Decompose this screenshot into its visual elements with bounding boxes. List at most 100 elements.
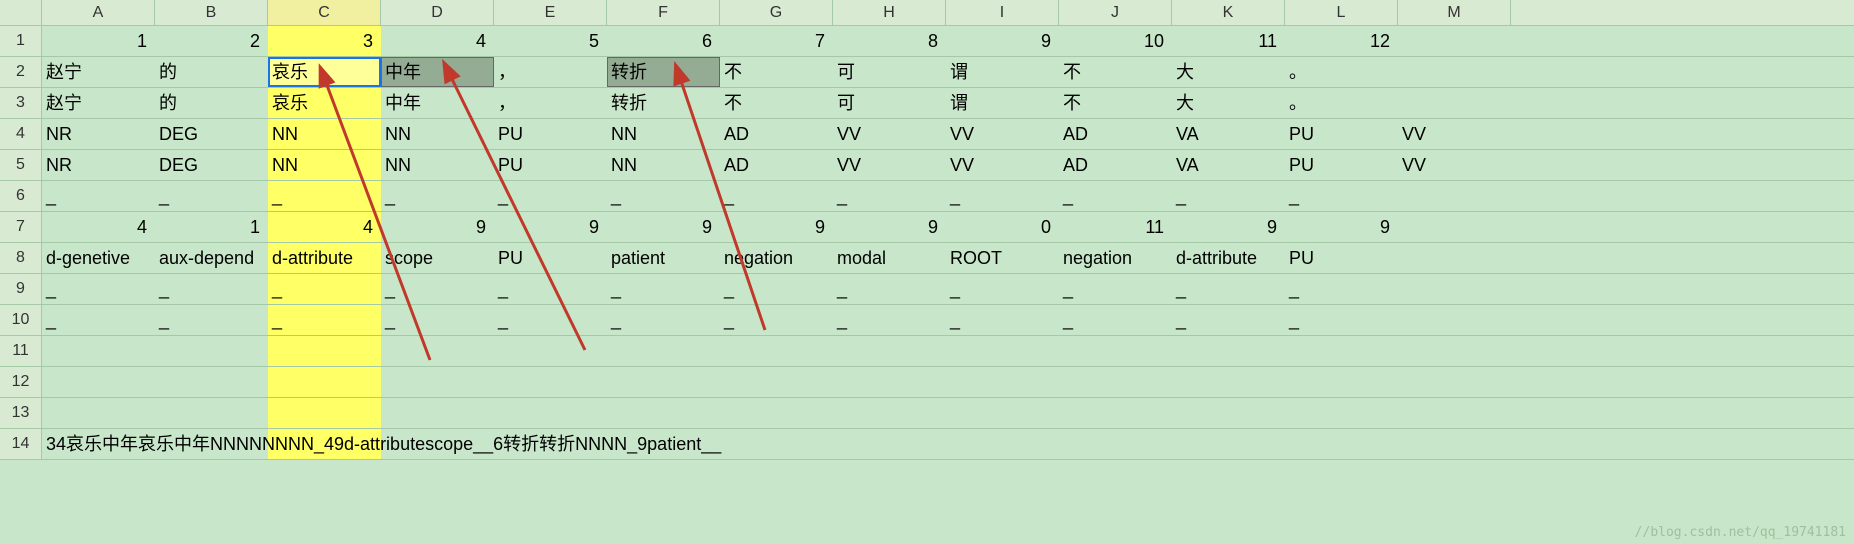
cell-C6[interactable]: _ — [268, 181, 381, 211]
cell-J11[interactable] — [1059, 336, 1172, 366]
cell-M12[interactable] — [1398, 367, 1511, 397]
row-header-5[interactable]: 5 — [0, 150, 42, 180]
row-header-4[interactable]: 4 — [0, 119, 42, 149]
cell-K11[interactable] — [1172, 336, 1285, 366]
col-header-D[interactable]: D — [381, 0, 494, 25]
cell-G6[interactable]: _ — [720, 181, 833, 211]
cell-C10[interactable]: _ — [268, 305, 381, 335]
cell-M3[interactable] — [1398, 88, 1511, 118]
cell-I12[interactable] — [946, 367, 1059, 397]
cell-F2[interactable]: 转折 — [607, 57, 720, 87]
cell-J5[interactable]: AD — [1059, 150, 1172, 180]
cell-H4[interactable]: VV — [833, 119, 946, 149]
cell-K3[interactable]: 大 — [1172, 88, 1285, 118]
cell-J7[interactable]: 11 — [1059, 212, 1172, 242]
cell-A1[interactable]: 1 — [42, 26, 155, 56]
cell-E3[interactable]: ， — [494, 88, 607, 118]
cell-E8[interactable]: PU — [494, 243, 607, 273]
cell-L7[interactable]: 9 — [1285, 212, 1398, 242]
cell-A14-merged[interactable]: 34哀乐中年哀乐中年NNNNNNNN_49d-attributescope__6… — [42, 429, 721, 459]
cell-I8[interactable]: ROOT — [946, 243, 1059, 273]
cell-A6[interactable]: _ — [42, 181, 155, 211]
cell-B3[interactable]: 的 — [155, 88, 268, 118]
cell-I11[interactable] — [946, 336, 1059, 366]
row-header-11[interactable]: 11 — [0, 336, 42, 366]
cell-F13[interactable] — [607, 398, 720, 428]
cell-L1[interactable]: 12 — [1285, 26, 1398, 56]
cell-G3[interactable]: 不 — [720, 88, 833, 118]
cell-G10[interactable]: _ — [720, 305, 833, 335]
cell-L9[interactable]: _ — [1285, 274, 1398, 304]
cell-B1[interactable]: 2 — [155, 26, 268, 56]
cell-B10[interactable]: _ — [155, 305, 268, 335]
cell-M1[interactable] — [1398, 26, 1511, 56]
cell-C4[interactable]: NN — [268, 119, 381, 149]
cell-F1[interactable]: 6 — [607, 26, 720, 56]
cell-F6[interactable]: _ — [607, 181, 720, 211]
col-header-B[interactable]: B — [155, 0, 268, 25]
cell-C8[interactable]: d-attribute — [268, 243, 381, 273]
cell-B4[interactable]: DEG — [155, 119, 268, 149]
cell-D10[interactable]: _ — [381, 305, 494, 335]
cell-K10[interactable]: _ — [1172, 305, 1285, 335]
cell-D7[interactable]: 9 — [381, 212, 494, 242]
cell-D1[interactable]: 4 — [381, 26, 494, 56]
col-header-C[interactable]: C — [268, 0, 381, 25]
cell-H9[interactable]: _ — [833, 274, 946, 304]
cell-J3[interactable]: 不 — [1059, 88, 1172, 118]
cell-E4[interactable]: PU — [494, 119, 607, 149]
cell-M4[interactable]: VV — [1398, 119, 1511, 149]
cell-K1[interactable]: 11 — [1172, 26, 1285, 56]
cell-A10[interactable]: _ — [42, 305, 155, 335]
cell-J2[interactable]: 不 — [1059, 57, 1172, 87]
cell-I10[interactable]: _ — [946, 305, 1059, 335]
cell-D2[interactable]: 中年 — [381, 57, 494, 87]
cell-M13[interactable] — [1398, 398, 1511, 428]
cell-F9[interactable]: _ — [607, 274, 720, 304]
cell-E6[interactable]: _ — [494, 181, 607, 211]
row-header-9[interactable]: 9 — [0, 274, 42, 304]
cell-A12[interactable] — [42, 367, 155, 397]
cell-L4[interactable]: PU — [1285, 119, 1398, 149]
cell-G8[interactable]: negation — [720, 243, 833, 273]
cell-D4[interactable]: NN — [381, 119, 494, 149]
cell-F12[interactable] — [607, 367, 720, 397]
cell-L3[interactable]: 。 — [1285, 88, 1398, 118]
cell-I1[interactable]: 9 — [946, 26, 1059, 56]
cell-K12[interactable] — [1172, 367, 1285, 397]
cell-E7[interactable]: 9 — [494, 212, 607, 242]
row-header-7[interactable]: 7 — [0, 212, 42, 242]
cell-M8[interactable] — [1398, 243, 1511, 273]
col-header-H[interactable]: H — [833, 0, 946, 25]
cell-J13[interactable] — [1059, 398, 1172, 428]
cell-A5[interactable]: NR — [42, 150, 155, 180]
cell-L6[interactable]: _ — [1285, 181, 1398, 211]
row-header-1[interactable]: 1 — [0, 26, 42, 56]
col-header-I[interactable]: I — [946, 0, 1059, 25]
cell-A13[interactable] — [42, 398, 155, 428]
col-header-A[interactable]: A — [42, 0, 155, 25]
row-header-6[interactable]: 6 — [0, 181, 42, 211]
cell-A4[interactable]: NR — [42, 119, 155, 149]
col-header-K[interactable]: K — [1172, 0, 1285, 25]
row-header-12[interactable]: 12 — [0, 367, 42, 397]
cell-F3[interactable]: 转折 — [607, 88, 720, 118]
cell-J8[interactable]: negation — [1059, 243, 1172, 273]
cell-J4[interactable]: AD — [1059, 119, 1172, 149]
cell-K13[interactable] — [1172, 398, 1285, 428]
cell-M2[interactable] — [1398, 57, 1511, 87]
col-header-J[interactable]: J — [1059, 0, 1172, 25]
cell-I7[interactable]: 0 — [946, 212, 1059, 242]
cell-B12[interactable] — [155, 367, 268, 397]
row-header-8[interactable]: 8 — [0, 243, 42, 273]
cell-F5[interactable]: NN — [607, 150, 720, 180]
cell-F4[interactable]: NN — [607, 119, 720, 149]
cell-I13[interactable] — [946, 398, 1059, 428]
cell-A3[interactable]: 赵宁 — [42, 88, 155, 118]
cell-G7[interactable]: 9 — [720, 212, 833, 242]
cell-J10[interactable]: _ — [1059, 305, 1172, 335]
cell-H10[interactable]: _ — [833, 305, 946, 335]
cell-M10[interactable] — [1398, 305, 1511, 335]
cell-K2[interactable]: 大 — [1172, 57, 1285, 87]
cell-L10[interactable]: _ — [1285, 305, 1398, 335]
